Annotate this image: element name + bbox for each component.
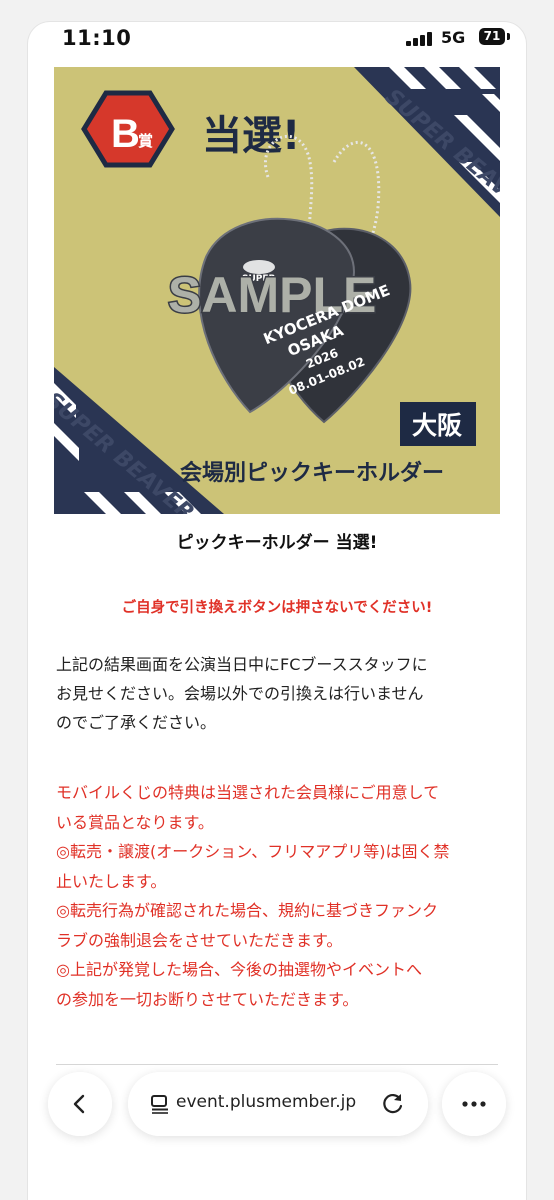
notice-line: モバイルくじの特典は当選された会員様にご用意して	[56, 783, 440, 802]
status-time: 11:10	[62, 26, 132, 50]
instruction-line: のでご了承ください。	[56, 713, 217, 732]
prize-banner-image: SUPER BEAVER SUPER BEAVER SUPER BEAVER S…	[54, 67, 500, 514]
battery-icon: 71	[479, 28, 505, 45]
badge-letter: B	[111, 112, 140, 156]
redeem-warning: ご自身で引き換えボタンは押さないでください!	[121, 600, 433, 616]
address-bar[interactable]: event.plusmember.jp	[128, 1072, 428, 1136]
notice-line: 止いたします。	[56, 871, 167, 891]
product-label: 会場別ピックキーホルダー	[180, 460, 444, 486]
notice-line: の参加を一切お断りさせていただきます。	[56, 989, 359, 1009]
status-bar: 11:10 5G 71	[28, 22, 526, 58]
more-button[interactable]	[442, 1072, 506, 1136]
notice-line: いる賞品となります。	[56, 812, 214, 832]
banner-artwork: SUPER BEAVER SUPER BEAVER SUPER BEAVER S…	[54, 67, 500, 514]
instruction-text: 上記の結果画面を公演当日中にFCブーススタッフに お見せください。会場以外での引…	[56, 650, 501, 737]
signal-icon	[406, 32, 436, 46]
notice-line: ラブの強制退会をさせていただきます。	[56, 930, 343, 950]
notice-line: ◎上記が発覚した場合、今後の抽選物やイベントへ	[56, 960, 422, 979]
badge-suffix: 賞	[138, 132, 153, 150]
browser-viewport: 11:10 5G 71 SUPER BEAVER B 賞 当選! SUPER S…	[28, 22, 526, 1200]
prize-caption: ピックキーホルダー 当選!	[176, 533, 378, 553]
reload-icon[interactable]	[380, 1091, 406, 1117]
city-label: 大阪	[412, 411, 462, 440]
content-divider	[56, 1064, 498, 1065]
battery-cap	[507, 33, 510, 40]
notice-line: ◎転売行為が確認された場合、規約に基づきファンク	[56, 901, 438, 920]
back-button[interactable]	[48, 1072, 112, 1136]
url-text[interactable]: event.plusmember.jp	[176, 1092, 356, 1112]
page-menu-icon[interactable]	[150, 1094, 170, 1114]
instruction-line: 上記の結果画面を公演当日中にFCブーススタッフに	[56, 655, 428, 674]
instruction-line: お見せください。会場以外での引換えは行いません	[56, 684, 424, 703]
network-label: 5G	[441, 28, 466, 47]
ellipsis-icon	[462, 1101, 486, 1107]
notice-text: モバイルくじの特典は当選された会員様にご用意して いる賞品となります。 ◎転売・…	[56, 778, 501, 1014]
notice-line: ◎転売・譲渡(オークション、フリマアプリ等)は固く禁	[56, 842, 450, 861]
chevron-left-icon	[73, 1094, 85, 1114]
